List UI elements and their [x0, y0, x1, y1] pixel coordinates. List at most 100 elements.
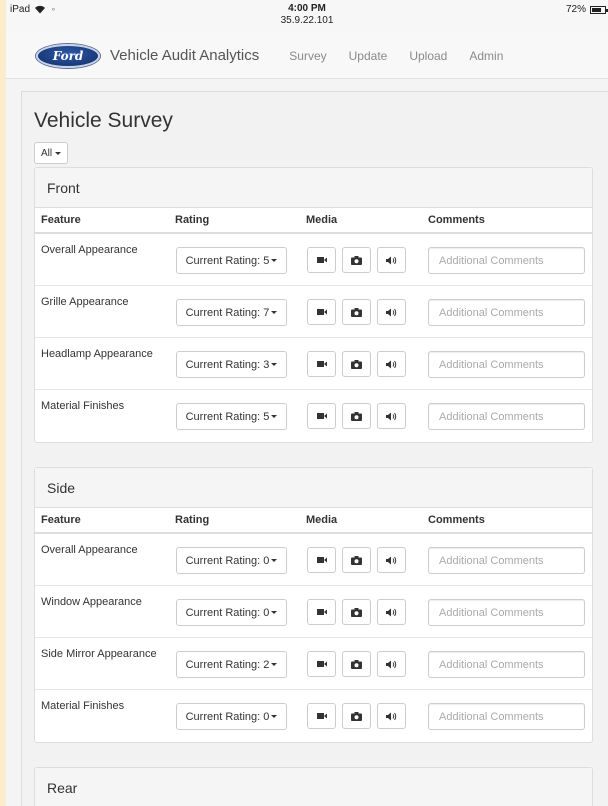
table-row: Material Finishes Current Rating: 0 [35, 690, 592, 742]
caret-down-icon [55, 151, 62, 155]
table-row: Window Appearance Current Rating: 0 [35, 586, 592, 638]
column-header-media: Media [306, 214, 338, 226]
feature-label: Overall Appearance [41, 244, 138, 256]
app-frame: iPad ⚬ 4:00 PM 35.9.22.101 72% Ford Vehi… [6, 0, 608, 806]
video-camera-icon[interactable] [307, 547, 336, 573]
feature-label: Grille Appearance [41, 296, 129, 308]
rating-dropdown[interactable]: Current Rating: 5 [176, 247, 287, 274]
filter-dropdown[interactable]: All [34, 142, 69, 164]
camera-icon[interactable] [342, 247, 371, 273]
column-header-comments: Comments [428, 214, 485, 226]
comment-input[interactable] [428, 351, 585, 378]
status-right: 72% [565, 4, 608, 15]
camera-icon[interactable] [342, 403, 371, 429]
section-title: Side [35, 468, 592, 508]
rating-value: Current Rating: 0 [185, 554, 270, 567]
status-ip: 35.9.22.101 [280, 15, 334, 26]
rating-dropdown[interactable]: Current Rating: 7 [176, 299, 287, 326]
column-header-feature: Feature [41, 214, 81, 226]
rating-value: Current Rating: 0 [185, 710, 270, 723]
comment-input[interactable] [428, 403, 585, 430]
nav-link-survey[interactable]: Survey [283, 49, 332, 63]
nav-links: Survey Update Upload Admin [273, 49, 509, 63]
rating-value: Current Rating: 0 [185, 606, 270, 619]
media-buttons [307, 651, 406, 677]
video-camera-icon[interactable] [307, 599, 336, 625]
comment-input[interactable] [428, 703, 585, 730]
feature-label: Window Appearance [41, 596, 142, 608]
speaker-icon[interactable] [377, 547, 406, 573]
rating-value: Current Rating: 5 [185, 254, 270, 267]
camera-icon[interactable] [342, 351, 371, 377]
media-buttons [307, 547, 406, 573]
feature-label: Headlamp Appearance [41, 348, 153, 360]
speaker-icon[interactable] [377, 299, 406, 325]
comment-input[interactable] [428, 599, 585, 626]
table-row: Side Mirror Appearance Current Rating: 2 [35, 638, 592, 690]
speaker-icon[interactable] [377, 403, 406, 429]
rating-dropdown[interactable]: Current Rating: 0 [176, 599, 287, 626]
camera-icon[interactable] [342, 547, 371, 573]
video-camera-icon[interactable] [307, 351, 336, 377]
ford-logo[interactable]: Ford [36, 43, 100, 68]
rating-value: Current Rating: 5 [185, 410, 270, 423]
column-header-rating: Rating [175, 214, 210, 226]
feature-label: Overall Appearance [41, 544, 138, 556]
filter-label: All [41, 147, 53, 159]
rating-dropdown[interactable]: Current Rating: 2 [176, 651, 287, 678]
caret-down-icon [271, 559, 278, 562]
feature-label: Side Mirror Appearance [41, 648, 157, 660]
rating-dropdown[interactable]: Current Rating: 5 [176, 403, 287, 430]
caret-down-icon [271, 363, 278, 366]
media-buttons [307, 299, 406, 325]
comment-input[interactable] [428, 651, 585, 678]
table-header: Feature Rating Media Comments [35, 208, 592, 234]
column-header-feature: Feature [41, 514, 81, 526]
nav-link-update[interactable]: Update [343, 49, 394, 63]
caret-down-icon [271, 259, 278, 262]
comment-input[interactable] [428, 299, 585, 326]
video-camera-icon[interactable] [307, 703, 336, 729]
feature-label: Material Finishes [41, 700, 125, 712]
caret-down-icon [271, 415, 278, 418]
logo-text: Ford [52, 48, 84, 63]
table-row: Headlamp Appearance Current Rating: 3 [35, 338, 592, 390]
rating-dropdown[interactable]: Current Rating: 3 [176, 351, 287, 378]
battery-percent: 72% [565, 4, 586, 15]
section-title: Front [35, 168, 592, 208]
nav-link-admin[interactable]: Admin [463, 49, 509, 63]
rating-dropdown[interactable]: Current Rating: 0 [176, 547, 287, 574]
video-camera-icon[interactable] [307, 651, 336, 677]
media-buttons [307, 599, 406, 625]
video-camera-icon[interactable] [307, 299, 336, 325]
battery-icon [590, 5, 608, 14]
column-header-rating: Rating [175, 514, 210, 526]
page-title: Vehicle Survey [34, 109, 173, 132]
rating-dropdown[interactable]: Current Rating: 0 [176, 703, 287, 730]
speaker-icon[interactable] [377, 351, 406, 377]
media-buttons [307, 703, 406, 729]
table-row: Overall Appearance Current Rating: 0 [35, 534, 592, 586]
camera-icon[interactable] [342, 599, 371, 625]
status-time: 4:00 PM [288, 3, 326, 14]
speaker-icon[interactable] [377, 703, 406, 729]
camera-icon[interactable] [342, 651, 371, 677]
comment-input[interactable] [428, 547, 585, 574]
rating-value: Current Rating: 2 [185, 658, 270, 671]
speaker-icon[interactable] [377, 247, 406, 273]
speaker-icon[interactable] [377, 651, 406, 677]
feature-label: Material Finishes [41, 400, 125, 412]
video-camera-icon[interactable] [307, 247, 336, 273]
rating-value: Current Rating: 7 [185, 306, 270, 319]
column-header-media: Media [306, 514, 338, 526]
caret-down-icon [271, 715, 278, 718]
comment-input[interactable] [428, 247, 585, 274]
nav-link-upload[interactable]: Upload [403, 49, 453, 63]
section-panel: Rear [34, 767, 593, 806]
brand-title[interactable]: Vehicle Audit Analytics [110, 47, 259, 64]
camera-icon[interactable] [342, 703, 371, 729]
video-camera-icon[interactable] [307, 403, 336, 429]
speaker-icon[interactable] [377, 599, 406, 625]
navbar: Ford Vehicle Audit Analytics Survey Upda… [6, 33, 608, 79]
camera-icon[interactable] [342, 299, 371, 325]
